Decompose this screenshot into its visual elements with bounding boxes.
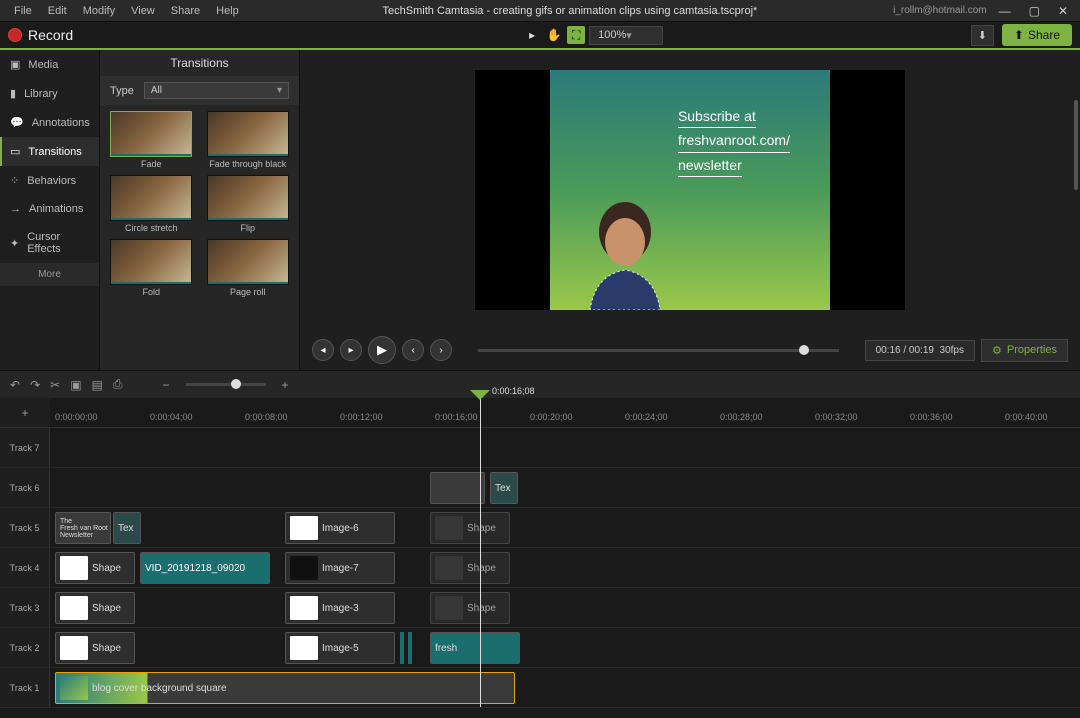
clip-t4-vid[interactable]: VID_20191218_09020 bbox=[140, 552, 270, 584]
transition-fade-through-black[interactable]: Fade through black bbox=[203, 111, 294, 169]
user-account[interactable]: i_rollm@hotmail.com bbox=[893, 5, 987, 16]
clip-t2-image5[interactable]: Image-5 bbox=[285, 632, 395, 664]
transition-circle-stretch[interactable]: Circle stretch bbox=[106, 175, 197, 233]
paste-icon[interactable]: ▤ bbox=[92, 378, 103, 392]
clip-t3-image3[interactable]: Image-3 bbox=[285, 592, 395, 624]
clip-t2-fresh[interactable]: fresh bbox=[430, 632, 520, 664]
clip-t1-bg[interactable]: blog cover background square bbox=[55, 672, 515, 704]
gear-icon: ⚙ bbox=[992, 344, 1002, 357]
preview-canvas[interactable]: Subscribe at freshvanroot.com/ newslette… bbox=[300, 50, 1080, 330]
download-button[interactable]: ⬇ bbox=[971, 25, 994, 46]
clip-t4-image7[interactable]: Image-7 bbox=[285, 552, 395, 584]
clip-t4-shape2[interactable]: Shape bbox=[430, 552, 510, 584]
transition-fold[interactable]: Fold bbox=[106, 239, 197, 297]
maximize-icon[interactable]: ▢ bbox=[1029, 4, 1040, 18]
library-icon: ▮ bbox=[10, 87, 16, 100]
undo-icon[interactable]: ↶ bbox=[10, 378, 20, 392]
minimize-icon[interactable]: — bbox=[999, 4, 1011, 18]
window-title: TechSmith Camtasia - creating gifs or an… bbox=[247, 5, 893, 17]
record-button[interactable]: Record bbox=[8, 27, 73, 43]
timeline-zoom-slider[interactable] bbox=[186, 383, 266, 386]
prev-frame-button[interactable]: ◂ bbox=[312, 339, 334, 361]
menu-edit[interactable]: Edit bbox=[40, 2, 75, 20]
sidebar-item-media[interactable]: ▣Media bbox=[0, 50, 99, 79]
sidebar-more[interactable]: More bbox=[0, 263, 99, 286]
clip-t5-shape[interactable]: Shape bbox=[430, 512, 510, 544]
transition-flip[interactable]: Flip bbox=[203, 175, 294, 233]
track-7-head[interactable]: Track 7 bbox=[0, 428, 50, 467]
track-4-head[interactable]: Track 4 bbox=[0, 548, 50, 587]
clip-t4-shape[interactable]: Shape bbox=[55, 552, 135, 584]
type-label: Type bbox=[110, 85, 134, 97]
hand-tool-icon[interactable]: ✋ bbox=[545, 26, 563, 44]
zoom-in-icon[interactable]: + bbox=[282, 378, 289, 392]
clip-t3-shape[interactable]: Shape bbox=[55, 592, 135, 624]
animations-icon: → bbox=[10, 203, 21, 215]
track-5-head[interactable]: Track 5 bbox=[0, 508, 50, 547]
time-display: 00:16 / 00:19 30fps bbox=[865, 340, 975, 361]
next-marker-button[interactable]: › bbox=[430, 339, 452, 361]
sidebar-item-animations[interactable]: →Animations bbox=[0, 195, 99, 223]
sidebar-item-annotations[interactable]: 💬Annotations bbox=[0, 108, 99, 137]
panel-scrollbar[interactable] bbox=[1074, 100, 1078, 190]
record-icon bbox=[8, 28, 22, 42]
sidebar-item-behaviors[interactable]: ⁘Behaviors bbox=[0, 166, 99, 195]
track-6-head[interactable]: Track 6 bbox=[0, 468, 50, 507]
clip-t6-tex[interactable]: Tex bbox=[490, 472, 518, 504]
sidebar-item-library[interactable]: ▮Library bbox=[0, 79, 99, 108]
play-button[interactable]: ▶ bbox=[368, 336, 396, 364]
upload-icon: ⬆ bbox=[1014, 28, 1024, 42]
seek-bar[interactable] bbox=[478, 349, 839, 352]
split-icon[interactable]: ⎙ bbox=[113, 377, 123, 392]
sidebar-item-transitions[interactable]: ▭Transitions bbox=[0, 137, 99, 166]
track-2-head[interactable]: Track 2 bbox=[0, 628, 50, 667]
cursor-effects-icon: ✦ bbox=[10, 237, 19, 250]
redo-icon[interactable]: ↷ bbox=[30, 378, 40, 392]
type-dropdown[interactable]: All▾ bbox=[144, 82, 289, 99]
transition-page-roll[interactable]: Page roll bbox=[203, 239, 294, 297]
sidebar-item-cursor-effects[interactable]: ✦Cursor Effects bbox=[0, 223, 99, 263]
menu-file[interactable]: File bbox=[6, 2, 40, 20]
timeline-toolbar: ↶ ↷ ✂ ▣ ▤ ⎙ − + bbox=[0, 370, 1080, 398]
clip-t3-shape2[interactable]: Shape bbox=[430, 592, 510, 624]
menu-view[interactable]: View bbox=[123, 2, 163, 20]
copy-icon[interactable]: ▣ bbox=[70, 378, 81, 392]
clip-marker[interactable] bbox=[408, 632, 412, 664]
preview-text: Subscribe at freshvanroot.com/ newslette… bbox=[678, 105, 790, 178]
menu-modify[interactable]: Modify bbox=[75, 2, 123, 20]
cut-icon[interactable]: ✂ bbox=[50, 378, 60, 392]
behaviors-icon: ⁘ bbox=[10, 174, 19, 187]
properties-button[interactable]: ⚙Properties bbox=[981, 339, 1068, 362]
menu-share[interactable]: Share bbox=[163, 2, 208, 20]
timeline-ruler[interactable]: 0:00:16;08 0:00:00;00 0:00:04;00 0:00:08… bbox=[50, 398, 1080, 427]
clip-marker[interactable] bbox=[400, 632, 404, 664]
zoom-select[interactable]: 100% ▾ bbox=[589, 26, 663, 45]
transitions-icon: ▭ bbox=[10, 145, 20, 158]
cursor-tool-icon[interactable]: ▸ bbox=[523, 26, 541, 44]
clip-t5-tex[interactable]: Tex bbox=[113, 512, 141, 544]
close-icon[interactable]: ✕ bbox=[1058, 4, 1068, 18]
transition-fade[interactable]: Fade bbox=[106, 111, 197, 169]
share-button[interactable]: ⬆ Share bbox=[1002, 24, 1072, 46]
track-1-head[interactable]: Track 1 bbox=[0, 668, 50, 707]
clip-t5-image6[interactable]: Image-6 bbox=[285, 512, 395, 544]
next-frame-button[interactable]: ▸ bbox=[340, 339, 362, 361]
clip-t2-shape[interactable]: Shape bbox=[55, 632, 135, 664]
crop-tool-icon[interactable]: ⛶ bbox=[567, 26, 585, 44]
clip-t6-annotation[interactable] bbox=[430, 472, 485, 504]
sidebar: ▣Media ▮Library 💬Annotations ▭Transition… bbox=[0, 50, 100, 370]
transitions-panel: Transitions Type All▾ Fade Fade through … bbox=[100, 50, 300, 370]
clip-t5-newsletter[interactable]: The Fresh van Root Newsletter bbox=[55, 512, 111, 544]
prev-marker-button[interactable]: ‹ bbox=[402, 339, 424, 361]
panel-title: Transitions bbox=[100, 50, 299, 76]
playhead[interactable]: 0:00:16;08 bbox=[480, 390, 481, 707]
zoom-out-icon[interactable]: − bbox=[162, 378, 169, 392]
track-3-head[interactable]: Track 3 bbox=[0, 588, 50, 627]
add-marker-icon[interactable]: + bbox=[21, 406, 28, 420]
timeline-tracks: Track 7 Track 6 Tex Track 5 The Fresh va… bbox=[0, 428, 1080, 718]
preview-person bbox=[560, 190, 700, 310]
annotations-icon: 💬 bbox=[10, 116, 24, 129]
media-icon: ▣ bbox=[10, 58, 20, 71]
menu-help[interactable]: Help bbox=[208, 2, 247, 20]
